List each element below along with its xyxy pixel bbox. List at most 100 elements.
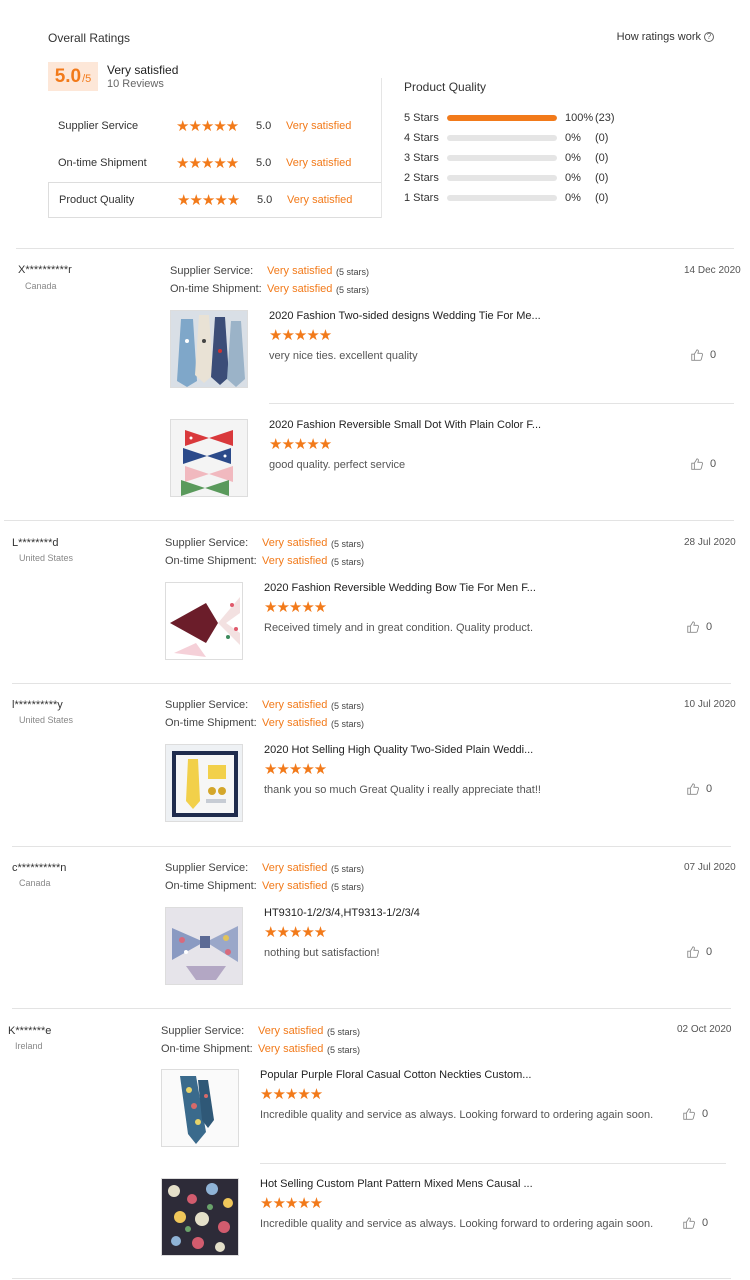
supplier-service-value: Very satisfied: [258, 1025, 324, 1037]
ratings-summary: Overall Ratings How ratings work ? 5.0/5…: [0, 0, 750, 250]
review-text: very nice ties. excellent quality: [269, 350, 418, 362]
bar-track: [447, 195, 557, 201]
like-count: 0: [706, 946, 713, 958]
category-supplier-service: Supplier Service ★★★★★ 5.0 Very satisfie…: [48, 108, 381, 144]
ontime-shipment-stars: (5 stars): [331, 557, 365, 567]
like-button[interactable]: 0: [682, 1216, 708, 1230]
product-title[interactable]: 2020 Fashion Reversible Small Dot With P…: [269, 419, 541, 431]
category-product-quality[interactable]: Product Quality ★★★★★ 5.0 Very satisfied: [48, 182, 381, 218]
review-card: K*******e Ireland Supplier Service: Very…: [0, 1009, 750, 1279]
ontime-shipment-label: On-time Shipment:: [165, 717, 257, 729]
how-ratings-work-link[interactable]: How ratings work ?: [617, 31, 714, 43]
review-count: 10 Reviews: [107, 78, 164, 90]
supplier-service-label: Supplier Service:: [165, 537, 249, 549]
product-thumbnail[interactable]: [165, 744, 243, 822]
like-button[interactable]: 0: [690, 348, 716, 362]
product-thumbnail[interactable]: [165, 907, 243, 985]
supplier-service-stars: (5 stars): [327, 1027, 361, 1037]
plant-pattern-ties-image: [162, 1179, 238, 1255]
bar-track: [447, 155, 557, 161]
neckties-image: [171, 311, 247, 387]
rating-bar-4: 4 Stars 0% (0): [404, 131, 664, 145]
review-text: Incredible quality and service as always…: [260, 1109, 654, 1121]
bar-count: (0): [595, 132, 609, 144]
supplier-service-stars: (5 stars): [336, 267, 370, 277]
product-title[interactable]: Popular Purple Floral Casual Cotton Neck…: [260, 1069, 531, 1081]
product-title[interactable]: 2020 Fashion Reversible Wedding Bow Tie …: [264, 582, 536, 594]
review-text: nothing but satisfaction!: [264, 947, 380, 959]
product-title[interactable]: 2020 Hot Selling High Quality Two-Sided …: [264, 744, 533, 756]
buyer-name: X**********r: [18, 264, 72, 276]
ontime-shipment-label: On-time Shipment:: [165, 880, 257, 892]
review-item: HT9310-1/2/3/4,HT9313-1/2/3/4 ★★★★★ noth…: [165, 907, 729, 987]
review-item: Popular Purple Floral Casual Cotton Neck…: [161, 1069, 725, 1149]
review-card: L********d United States Supplier Servic…: [0, 521, 750, 683]
thumbs-up-icon: [687, 783, 699, 795]
product-star-rating: ★★★★★: [264, 599, 327, 616]
category-score: 5.0: [256, 120, 272, 132]
product-star-rating: ★★★★★: [269, 436, 332, 453]
buyer-name: c**********n: [12, 862, 67, 874]
product-title[interactable]: Hot Selling Custom Plant Pattern Mixed M…: [260, 1178, 533, 1190]
category-satisfaction: Very satisfied: [286, 120, 352, 132]
overall-score-badge: 5.0/5: [48, 62, 98, 91]
ontime-shipment-label: On-time Shipment:: [165, 555, 257, 567]
summary-divider: [381, 78, 382, 218]
bar-count: (23): [595, 112, 615, 124]
supplier-service-value: Very satisfied: [262, 862, 328, 874]
bar-count: (0): [595, 192, 609, 204]
like-button[interactable]: 0: [682, 1107, 708, 1121]
overall-ratings-title: Overall Ratings: [48, 31, 131, 45]
rating-bar-1: 1 Stars 0% (0): [404, 191, 664, 205]
product-thumbnail[interactable]: [161, 1178, 239, 1256]
product-quality-title: Product Quality: [404, 80, 487, 94]
bar-percent: 0%: [565, 192, 581, 204]
product-thumbnail[interactable]: [170, 419, 248, 497]
review-card: X**********r Canada Supplier Service: Ve…: [0, 249, 750, 520]
bar-count: (0): [595, 172, 609, 184]
review-date: 10 Jul 2020: [684, 699, 736, 710]
like-button[interactable]: 0: [686, 620, 712, 634]
product-star-rating: ★★★★★: [264, 761, 327, 778]
like-button[interactable]: 0: [686, 945, 712, 959]
like-count: 0: [702, 1217, 709, 1229]
ontime-shipment-value: Very satisfied: [258, 1043, 324, 1055]
ontime-shipment-label: On-time Shipment:: [170, 283, 262, 295]
review-item: 2020 Fashion Reversible Wedding Bow Tie …: [165, 582, 729, 662]
product-thumbnail[interactable]: [165, 582, 243, 660]
product-title[interactable]: HT9310-1/2/3/4,HT9313-1/2/3/4: [264, 907, 420, 919]
bar-fill: [447, 115, 557, 121]
bar-percent: 100%: [565, 112, 594, 124]
bar-track: [447, 175, 557, 181]
category-label: On-time Shipment: [58, 157, 147, 169]
review-date: 07 Jul 2020: [684, 862, 736, 873]
bar-label: 1 Stars: [404, 192, 439, 204]
product-thumbnail[interactable]: [161, 1069, 239, 1147]
ontime-shipment-stars: (5 stars): [331, 719, 365, 729]
review-card: c**********n Canada Supplier Service: Ve…: [0, 847, 750, 1008]
bar-percent: 0%: [565, 132, 581, 144]
ontime-shipment-value: Very satisfied: [267, 283, 333, 295]
star-rating: ★★★★★: [177, 192, 240, 209]
bar-label: 4 Stars: [404, 132, 439, 144]
category-satisfaction: Very satisfied: [286, 157, 352, 169]
tie-gift-box-image: [166, 745, 242, 821]
overall-score: 5.0: [54, 65, 82, 87]
product-thumbnail[interactable]: [170, 310, 248, 388]
ontime-shipment-stars: (5 stars): [336, 285, 370, 295]
review-item: 2020 Fashion Reversible Small Dot With P…: [170, 419, 734, 499]
like-button[interactable]: 0: [690, 457, 716, 471]
bar-track: [447, 115, 557, 121]
review-date: 14 Dec 2020: [684, 265, 741, 276]
bar-count: (0): [595, 152, 609, 164]
score-max: /5: [82, 73, 92, 85]
rating-bar-3: 3 Stars 0% (0): [404, 151, 664, 165]
product-star-rating: ★★★★★: [269, 327, 332, 344]
rating-bar-5: 5 Stars 100% (23): [404, 111, 664, 125]
ontime-shipment-value: Very satisfied: [262, 880, 328, 892]
thumbs-up-icon: [687, 621, 699, 633]
like-button[interactable]: 0: [686, 782, 712, 796]
like-count: 0: [710, 349, 717, 361]
product-title[interactable]: 2020 Fashion Two-sided designs Wedding T…: [269, 310, 541, 322]
category-label: Product Quality: [59, 194, 135, 206]
